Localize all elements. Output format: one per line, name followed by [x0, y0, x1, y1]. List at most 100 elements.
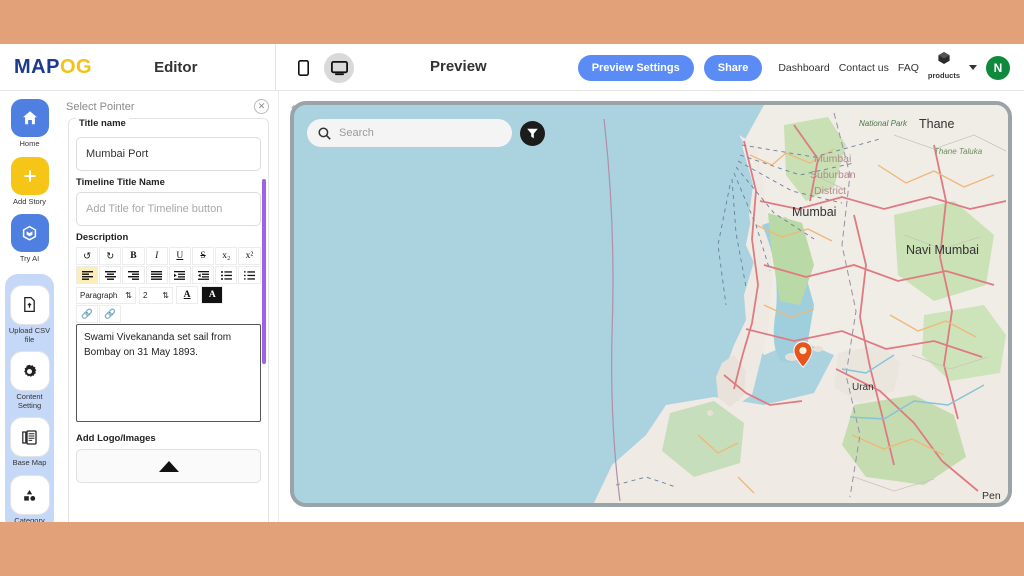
- map-geometry: [594, 105, 1008, 503]
- home-tile: [10, 99, 49, 137]
- link-icon[interactable]: 🔗: [76, 305, 99, 323]
- description-textarea[interactable]: [76, 324, 261, 422]
- base-map-tile: [10, 418, 49, 457]
- sidebar-label-base-map: Base Map: [12, 458, 47, 468]
- left-sidebar: Home Add Story Try AI Upload CSV file Co…: [0, 91, 59, 522]
- preview-title: Preview: [430, 58, 487, 75]
- try-ai-tile: [10, 214, 49, 253]
- desktop-view-button[interactable]: [324, 53, 354, 83]
- sidebar-item-content-setting[interactable]: Content Setting: [5, 352, 54, 410]
- header-nav-links: Dashboard Contact us FAQ products N: [778, 51, 1010, 84]
- panel-title: Select Pointer: [66, 100, 135, 113]
- sidebar-label-try-ai: Try AI: [19, 254, 40, 264]
- title-name-label: Title name: [76, 118, 129, 129]
- sidebar-tools-group: Upload CSV file Content Setting Base Map…: [5, 273, 54, 522]
- map-marker-mumbai-port[interactable]: [793, 341, 813, 368]
- text-color-button[interactable]: A: [176, 286, 199, 304]
- font-size-value: 2: [143, 290, 148, 300]
- font-size-select[interactable]: 2 ⇅: [139, 286, 173, 304]
- numbered-list-button[interactable]: [238, 266, 261, 284]
- toolbar-row-link: 🔗 🔗: [76, 305, 261, 323]
- superscript-button[interactable]: x²: [238, 247, 261, 265]
- device-toggle-group: [288, 53, 354, 83]
- indent-decrease-button[interactable]: [191, 266, 215, 284]
- align-left-button[interactable]: [76, 266, 99, 284]
- sidebar-label-home: Home: [19, 139, 40, 148]
- close-icon[interactable]: ✕: [254, 99, 269, 114]
- toolbar-row-font: Paragraph ⇅ 2 ⇅ A A: [76, 286, 261, 304]
- description-label: Description: [76, 232, 129, 243]
- logo-upload-dropzone[interactable]: [76, 449, 261, 483]
- gear-icon: [24, 364, 37, 377]
- pointer-form: Title name Timeline Title Name Descripti…: [68, 118, 269, 522]
- search-icon: [318, 126, 331, 140]
- content-setting-tile: [10, 352, 49, 391]
- timeline-title-input[interactable]: [76, 192, 261, 226]
- sidebar-item-try-ai[interactable]: Try AI: [0, 214, 59, 264]
- header-actions: Preview Settings Share Dashboard Contact…: [577, 44, 1010, 91]
- italic-button[interactable]: I: [145, 247, 168, 265]
- title-name-input[interactable]: [76, 137, 261, 171]
- stepper-icon: ⇅: [125, 290, 132, 300]
- sidebar-item-add-story[interactable]: Add Story: [0, 156, 59, 207]
- align-justify-button[interactable]: [145, 266, 168, 284]
- layers-icon: [22, 430, 37, 445]
- paragraph-style-value: Paragraph: [80, 290, 118, 300]
- mobile-view-button[interactable]: [288, 53, 318, 83]
- search-input[interactable]: [339, 127, 489, 139]
- map-frame[interactable]: National Park Thane Thane Taluka Mumbai …: [290, 101, 1012, 507]
- sidebar-label-category: Category: [14, 516, 45, 522]
- bold-button[interactable]: B: [122, 247, 145, 265]
- sidebar-label-content-setting: Content Setting: [16, 392, 43, 410]
- chevron-down-icon[interactable]: [969, 65, 977, 70]
- subscript-button[interactable]: x₂: [215, 247, 238, 265]
- home-icon: [22, 111, 37, 125]
- align-center-button[interactable]: [99, 266, 122, 284]
- underline-button[interactable]: U: [168, 247, 191, 265]
- search-pill[interactable]: [307, 119, 512, 147]
- application-window: MAP OG Editor Preview Preview Settings Sh…: [0, 44, 1024, 522]
- share-button[interactable]: Share: [703, 54, 763, 81]
- shapes-icon: [24, 489, 36, 501]
- mapog-logo[interactable]: MAP OG: [14, 56, 92, 79]
- bullet-list-button[interactable]: [215, 266, 238, 284]
- header-divider: [275, 44, 276, 91]
- redo-button[interactable]: ↻: [99, 247, 122, 265]
- strikethrough-button[interactable]: S: [191, 247, 215, 265]
- highlight-color-button[interactable]: A: [201, 286, 224, 304]
- cube-ai-icon: [22, 225, 37, 241]
- sidebar-item-home[interactable]: Home: [0, 99, 59, 149]
- sidebar-item-base-map[interactable]: Base Map: [5, 418, 54, 468]
- panel-scrollbar-thumb[interactable]: [262, 179, 266, 364]
- upload-csv-tile: [10, 285, 49, 324]
- map-search-bar: [307, 119, 545, 147]
- upload-cloud-icon: [158, 461, 179, 472]
- user-avatar[interactable]: N: [986, 55, 1010, 80]
- nav-link-contact-us[interactable]: Contact us: [839, 62, 889, 74]
- preview-settings-button[interactable]: Preview Settings: [577, 54, 694, 81]
- paragraph-style-select[interactable]: Paragraph ⇅: [76, 286, 136, 304]
- sidebar-item-upload-csv[interactable]: Upload CSV file: [5, 285, 54, 344]
- indent-increase-button[interactable]: [168, 266, 191, 284]
- align-right-button[interactable]: [122, 266, 145, 284]
- logo-text-og: OG: [59, 55, 93, 78]
- nav-link-faq[interactable]: FAQ: [898, 62, 919, 74]
- select-pointer-panel: Select Pointer ✕ Title name Timeline Tit…: [59, 91, 279, 522]
- filter-funnel-icon: [527, 128, 538, 138]
- sidebar-item-category[interactable]: Category: [5, 476, 54, 522]
- products-label: products: [927, 71, 960, 80]
- filter-button[interactable]: [520, 120, 545, 146]
- add-logo-label: Add Logo/Images: [76, 433, 156, 444]
- map-canvas[interactable]: National Park Thane Thane Taluka Mumbai …: [294, 105, 1008, 503]
- add-story-tile: [10, 156, 49, 195]
- category-tile: [10, 476, 49, 514]
- map-preview-area: ‹: [279, 91, 1024, 522]
- unlink-icon[interactable]: 🔗: [99, 305, 122, 323]
- nav-link-dashboard[interactable]: Dashboard: [778, 62, 829, 74]
- logo-text-map: MAP: [14, 55, 60, 78]
- undo-button[interactable]: ↺: [76, 247, 99, 265]
- products-menu[interactable]: products: [928, 51, 960, 84]
- products-cube-icon: [938, 52, 950, 64]
- rich-text-toolbar: ↺ ↻ B I U S x₂ x² Paragraph ⇅ 2 ⇅ A A 🔗 …: [76, 247, 261, 323]
- location-pin-icon: [793, 341, 813, 368]
